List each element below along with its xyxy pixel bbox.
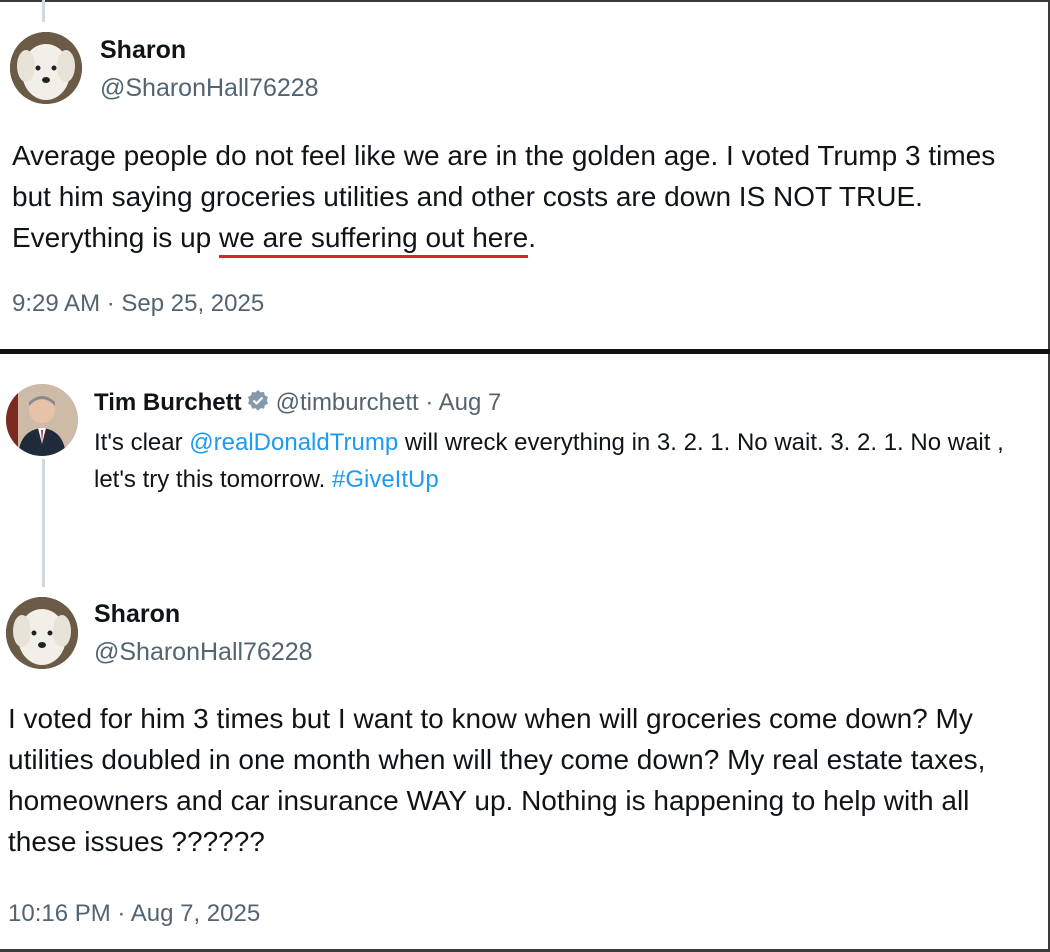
post1-author-name[interactable]: Sharon — [100, 36, 186, 65]
quoted-author-name[interactable]: Tim Burchett — [94, 389, 242, 416]
quoted-text-1: It's clear — [94, 429, 190, 456]
post1-text-after: . — [528, 222, 537, 253]
thread-connector-top — [42, 0, 45, 22]
quoted-date[interactable]: · Aug 7 — [419, 389, 501, 416]
hashtag-link[interactable]: #GiveItUp — [332, 466, 439, 493]
avatar-tim-burchett[interactable] — [6, 384, 78, 456]
dog-avatar-icon — [10, 32, 82, 104]
post2-author-handle[interactable]: @SharonHall76228 — [94, 638, 313, 667]
screenshot-divider — [0, 349, 1050, 354]
mention-link[interactable]: @realDonaldTrump — [189, 429, 398, 456]
post1-text-underlined: we are suffering out here — [219, 222, 529, 258]
post2-timestamp[interactable]: 10:16 PM · Aug 7, 2025 — [8, 900, 260, 928]
post1-timestamp[interactable]: 9:29 AM · Sep 25, 2025 — [12, 290, 264, 318]
quoted-text: It's clear @realDonaldTrump will wreck e… — [94, 424, 1034, 498]
verified-badge-icon — [246, 387, 270, 424]
post2-text: I voted for him 3 times but I want to kn… — [8, 703, 986, 857]
avatar-sharon-1[interactable] — [10, 32, 82, 104]
dog-avatar-icon — [6, 597, 78, 669]
avatar-sharon-2[interactable] — [6, 597, 78, 669]
frame-top-border — [0, 0, 1050, 2]
quoted-header: Tim Burchett @timburchett · Aug 7 — [94, 384, 501, 424]
post1-text: Average people do not feel like we are i… — [12, 135, 1032, 258]
post1-author-handle[interactable]: @SharonHall76228 — [100, 74, 319, 103]
quoted-author-handle[interactable]: @timburchett — [276, 389, 419, 416]
post2-author-name[interactable]: Sharon — [94, 600, 180, 629]
thread-connector — [42, 459, 45, 587]
person-avatar-icon — [6, 384, 78, 456]
